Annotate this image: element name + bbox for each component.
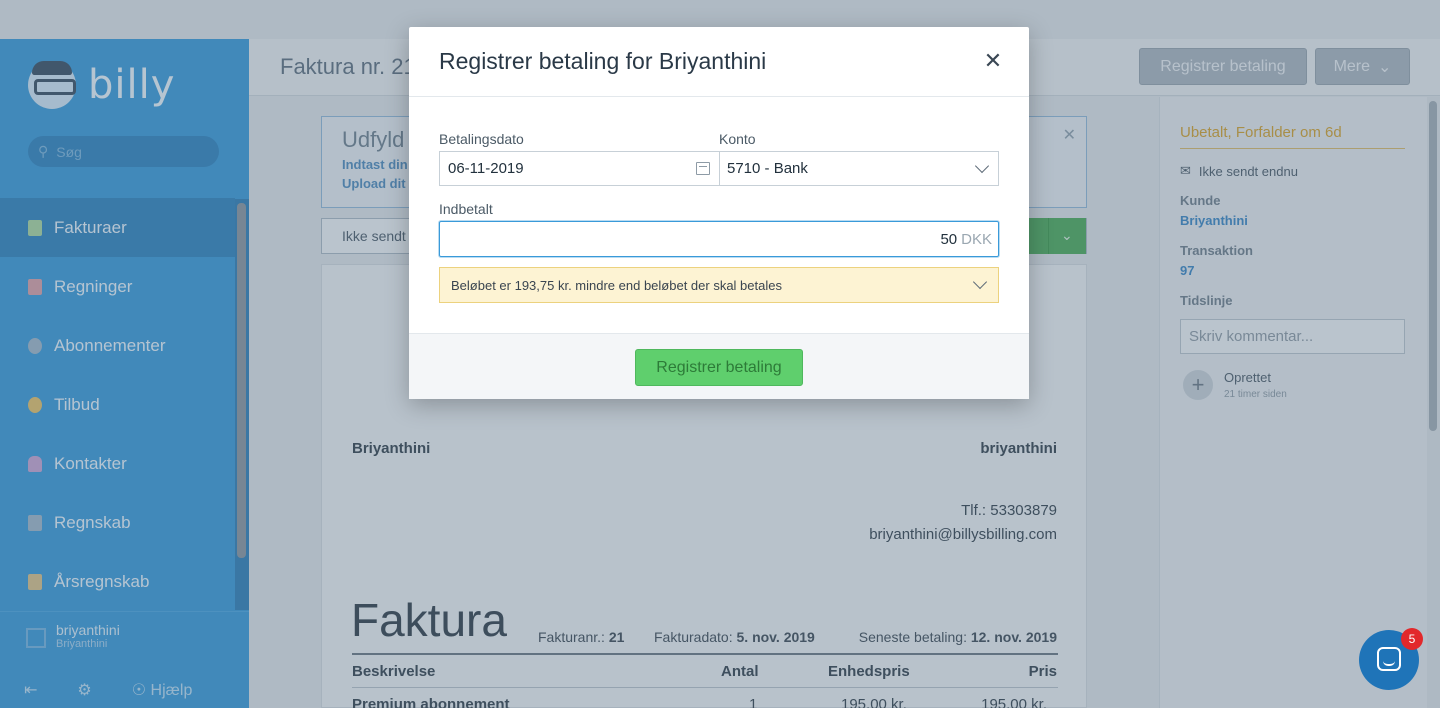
payment-date-value: 06-11-2019 [448, 160, 524, 177]
account-value: 5710 - Bank [727, 160, 808, 177]
chevron-down-icon [974, 158, 990, 174]
chevron-down-icon [972, 274, 988, 290]
dialog-header: Registrer betaling for Briyanthini [409, 27, 1029, 97]
chat-icon [1377, 647, 1401, 671]
notification-badge: 5 [1401, 628, 1423, 650]
warning-text: Beløbet er 193,75 kr. mindre end beløbet… [451, 277, 782, 293]
chat-launcher[interactable]: 5 [1359, 628, 1423, 690]
account-label: Konto [719, 131, 756, 147]
submit-payment-button[interactable]: Registrer betaling [635, 349, 803, 386]
register-payment-dialog: Registrer betaling for Briyanthini ✕ Bet… [409, 27, 1029, 399]
amount-label: Indbetalt [439, 201, 493, 217]
amount-input[interactable]: 50 DKK [439, 221, 999, 257]
account-select[interactable]: 5710 - Bank [719, 151, 999, 186]
currency-label: DKK [961, 230, 992, 248]
calendar-icon[interactable] [696, 162, 710, 175]
amount-value: 50 [940, 230, 958, 248]
payment-date-field[interactable]: 06-11-2019 [439, 151, 720, 186]
close-icon[interactable]: ✕ [983, 50, 1003, 72]
dialog-footer: Registrer betaling [409, 333, 1029, 399]
amount-warning[interactable]: Beløbet er 193,75 kr. mindre end beløbet… [439, 267, 999, 303]
dialog-title: Registrer betaling for Briyanthini [439, 48, 767, 74]
payment-date-label: Betalingsdato [439, 131, 524, 147]
